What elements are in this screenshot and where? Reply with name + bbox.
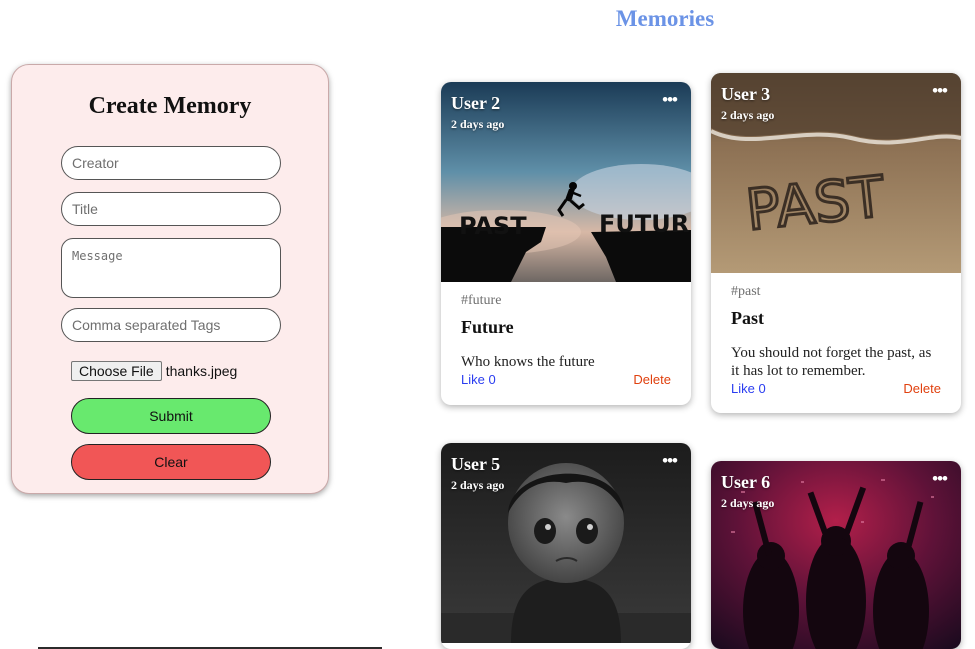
- choose-file-button[interactable]: Choose File: [71, 361, 162, 381]
- title-input[interactable]: [61, 192, 281, 226]
- clear-button[interactable]: Clear: [71, 444, 271, 480]
- create-memory-form: Create Memory Choose File thanks.jpeg Su…: [11, 64, 329, 494]
- memory-card: PAST FUTURE User 2 2 days ago ••• #futur…: [441, 82, 691, 405]
- more-options-icon[interactable]: •••: [662, 452, 678, 469]
- card-message: Who knows the future: [461, 354, 595, 370]
- more-options-icon[interactable]: •••: [932, 470, 948, 487]
- card-timestamp: 2 days ago: [721, 496, 775, 510]
- card-creator: User 2: [451, 93, 501, 113]
- like-button[interactable]: Like 0: [461, 372, 496, 387]
- image-word: FUTURE: [599, 210, 691, 238]
- memory-image: User 6 2 days ago •••: [711, 461, 961, 649]
- card-timestamp: 2 days ago: [721, 108, 775, 122]
- delete-button[interactable]: Delete: [633, 372, 671, 387]
- submit-button[interactable]: Submit: [71, 398, 271, 434]
- delete-button[interactable]: Delete: [903, 381, 941, 396]
- more-options-icon[interactable]: •••: [662, 91, 678, 108]
- message-textarea[interactable]: [61, 238, 281, 298]
- memory-card: User 6 2 days ago •••: [711, 461, 961, 649]
- image-word: PAST: [459, 212, 527, 240]
- card-creator: User 3: [721, 84, 771, 104]
- card-tags: #past: [731, 284, 761, 299]
- card-tags: #future: [461, 293, 502, 308]
- form-title: Create Memory: [88, 93, 252, 119]
- memory-card: PAST User 3 2 days ago ••• #past Past Yo…: [711, 73, 961, 413]
- memory-card: User 5 2 days ago •••: [441, 443, 691, 649]
- card-title: Future: [461, 317, 514, 337]
- like-button[interactable]: Like 0: [731, 381, 766, 396]
- more-options-icon[interactable]: •••: [932, 82, 948, 99]
- card-creator: User 6: [721, 472, 771, 492]
- creator-input[interactable]: [61, 146, 281, 180]
- memory-image: PAST User 3 2 days ago •••: [711, 73, 961, 273]
- file-name: thanks.jpeg: [165, 363, 238, 379]
- card-message: You should not forget the past, as it ha…: [731, 345, 932, 379]
- file-picker: Choose File thanks.jpeg: [71, 360, 237, 382]
- card-timestamp: 2 days ago: [451, 117, 505, 131]
- tags-input[interactable]: [61, 308, 281, 342]
- app-title: Memories: [615, 6, 715, 31]
- card-timestamp: 2 days ago: [451, 478, 505, 492]
- memory-image: User 5 2 days ago •••: [441, 443, 691, 643]
- card-title: Past: [731, 308, 764, 328]
- memory-image: PAST FUTURE User 2 2 days ago •••: [441, 82, 691, 282]
- card-creator: User 5: [451, 454, 501, 474]
